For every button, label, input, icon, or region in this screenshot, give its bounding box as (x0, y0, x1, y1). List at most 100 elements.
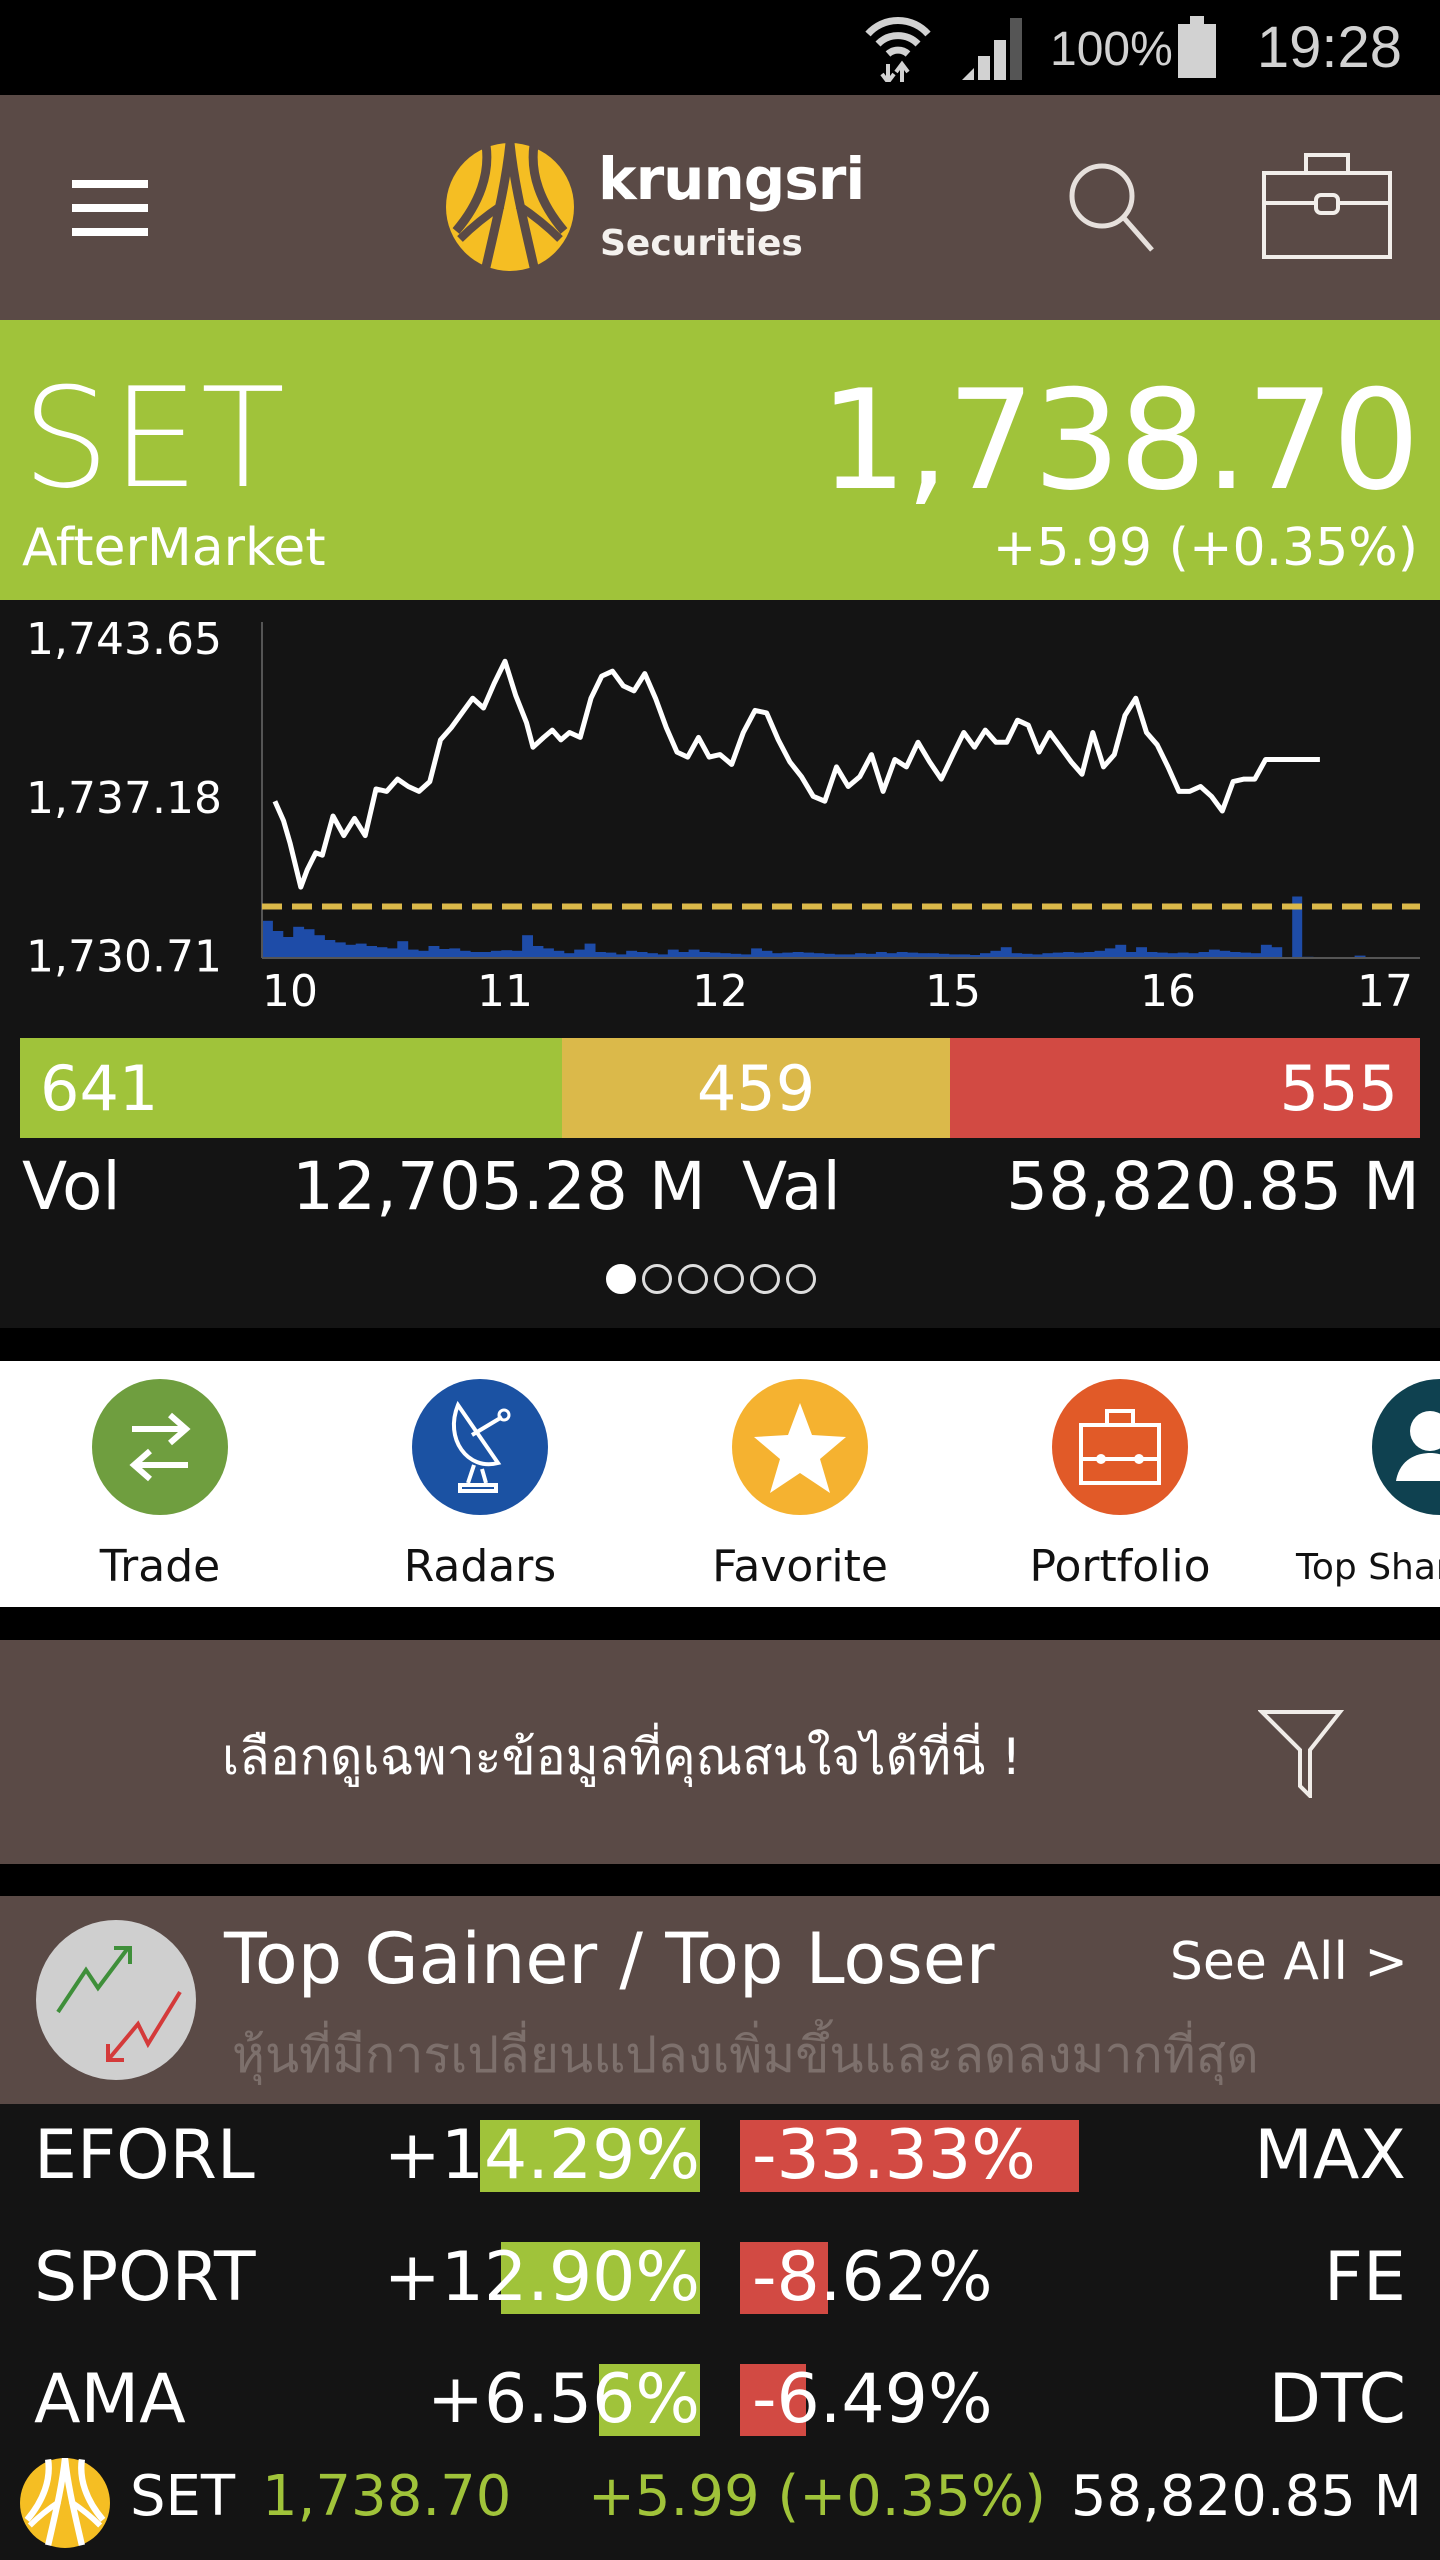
decline-count: 555 (1279, 1051, 1398, 1125)
shortcut-label: Trade (99, 1541, 221, 1592)
battery-percent: 100% (1050, 23, 1173, 76)
volume-bar (272, 931, 284, 958)
breadth-decline: 555 (950, 1038, 1420, 1138)
page-dot[interactable] (642, 1264, 672, 1294)
vol-value: 12,705.28 M (292, 1148, 706, 1225)
volume-bar (376, 947, 388, 958)
loser-symbol[interactable]: FE (1324, 2242, 1406, 2314)
top-movers-title: Top Gainer / Top Loser (224, 1918, 995, 2000)
volume-bar (761, 950, 773, 958)
briefcase-icon (1052, 1379, 1188, 1515)
index-value: 1,738.70 (819, 360, 1420, 521)
volume-bar (1094, 950, 1106, 958)
gainer-symbol[interactable]: SPORT (34, 2242, 256, 2314)
shortcut-label: Top Shar (1296, 1547, 1440, 1588)
shortcut-top-share[interactable]: Top Shar (1296, 1379, 1440, 1588)
y-tick-label: 1,743.65 (26, 614, 222, 665)
val-value: 58,820.85 M (1006, 1148, 1420, 1225)
index-ticker[interactable]: SET 1,738.70 +5.99 (+0.35%) 58,820.85 M (0, 2440, 1440, 2560)
menu-icon[interactable] (72, 180, 148, 236)
shortcut-favorite[interactable]: Favorite (700, 1379, 900, 1592)
volume-bar (543, 948, 554, 958)
volume-bar (428, 946, 440, 958)
index-chart-panel[interactable]: 1,743.65 1,737.18 1,730.71 10 11 12 15 16 17 64… (0, 600, 1440, 1328)
x-tick-label: 12 (692, 966, 748, 1017)
volume-bar (324, 940, 336, 958)
volume-bar (314, 935, 325, 958)
shortcut-portfolio[interactable]: Portfolio (1020, 1379, 1220, 1592)
volume-bar (553, 950, 565, 958)
index-change: +5.99 (+0.35%) (992, 518, 1418, 578)
see-all-link[interactable]: See All > (1170, 1932, 1408, 1992)
top-movers-subtitle: หุ้นที่มีการเปลี่ยนแปลงเพิ่มขึ้นและลดลงม… (232, 2026, 1259, 2084)
clock: 19:28 (1256, 15, 1402, 80)
brand-name: krungsri (598, 145, 865, 213)
shortcut-radars[interactable]: Radars (380, 1379, 580, 1592)
volume-bar (397, 941, 409, 958)
shortcut-label: Favorite (712, 1541, 888, 1592)
krungsri-logo-icon (20, 2458, 110, 2548)
volume-bar (532, 946, 544, 958)
loser-symbol[interactable]: MAX (1254, 2120, 1406, 2192)
ticker-trade-value: 58,820.85 M (1070, 2464, 1422, 2529)
signal-icon (962, 18, 1022, 80)
krungsri-logo-icon[interactable] (446, 143, 574, 271)
page-dot[interactable] (750, 1264, 780, 1294)
volume-bar (574, 949, 586, 958)
page-dot[interactable] (678, 1264, 708, 1294)
volume-bar (334, 942, 346, 958)
volume-bar (688, 949, 700, 958)
loser-percent: -33.33% (752, 2116, 1036, 2195)
volume-bar (345, 944, 357, 958)
gainer-percent: +6.56% (427, 2360, 700, 2439)
volume-bar (626, 950, 638, 958)
portfolio-icon[interactable] (1262, 153, 1392, 259)
top-movers-header[interactable]: Top Gainer / Top Loser See All > หุ้นที่… (0, 1896, 1440, 2104)
x-tick-label: 11 (477, 966, 533, 1017)
price-line (272, 658, 1320, 890)
volume-bar (667, 949, 679, 958)
market-session: AfterMarket (22, 518, 326, 578)
filter-icon[interactable] (1258, 1708, 1344, 1798)
search-icon[interactable] (1066, 160, 1158, 252)
gainer-symbol[interactable]: AMA (34, 2364, 186, 2436)
filter-banner-text: เลือกดูเฉพาะข้อมูลที่คุณสนใจได้ที่นี่ ! (222, 1728, 1022, 1786)
x-tick-label: 15 (925, 966, 981, 1017)
volume-bar (1115, 944, 1127, 958)
volume-bar (282, 937, 294, 958)
shortcut-label: Radars (403, 1541, 557, 1592)
val-label: Val (742, 1148, 841, 1225)
mover-row[interactable]: SPORT +12.90% -8.62% FE (0, 2242, 1440, 2314)
page-indicator[interactable] (606, 1264, 816, 1294)
trend-up-down-icon (36, 1920, 196, 2080)
intraday-chart[interactable]: 1,743.65 1,737.18 1,730.71 10 11 12 15 16 17 (0, 600, 1440, 1040)
volume-bar (1219, 950, 1231, 958)
index-summary[interactable]: SET AfterMarket 1,738.70 +5.99 (+0.35%) (0, 320, 1440, 600)
loser-symbol[interactable]: DTC (1269, 2364, 1406, 2436)
filter-banner[interactable]: เลือกดูเฉพาะข้อมูลที่คุณสนใจได้ที่นี่ ! (0, 1640, 1440, 1864)
index-name: SET (22, 358, 288, 519)
mover-row[interactable]: AMA +6.56% -6.49% DTC (0, 2364, 1440, 2436)
volume-bar (303, 929, 315, 958)
shortcut-bar[interactable]: Trade Radars Favorite Portfolio Top Shar (0, 1361, 1440, 1607)
page-dot[interactable] (714, 1264, 744, 1294)
volume-bar (751, 948, 762, 958)
volume-bar (1136, 947, 1147, 958)
mover-row[interactable]: EFORL +14.29% -33.33% MAX (0, 2120, 1440, 2192)
volume-bar (522, 935, 533, 958)
volume-bar (355, 943, 367, 958)
brand-subtitle: Securities (600, 223, 803, 264)
gainer-percent: +12.90% (383, 2238, 700, 2317)
volume-bar (1271, 947, 1283, 958)
breadth-advance: 641 (20, 1038, 564, 1138)
loser-percent: -8.62% (752, 2238, 993, 2317)
vol-label: Vol (22, 1148, 121, 1225)
shortcut-trade[interactable]: Trade (60, 1379, 260, 1592)
page-dot[interactable] (786, 1264, 816, 1294)
ticker-index-change: +5.99 (+0.35%) (588, 2464, 1046, 2529)
volume-bar (1260, 944, 1272, 958)
volume-bar (366, 946, 377, 958)
page-dot[interactable] (606, 1264, 636, 1294)
volume-bar (449, 948, 461, 958)
gainer-symbol[interactable]: EFORL (34, 2120, 255, 2192)
